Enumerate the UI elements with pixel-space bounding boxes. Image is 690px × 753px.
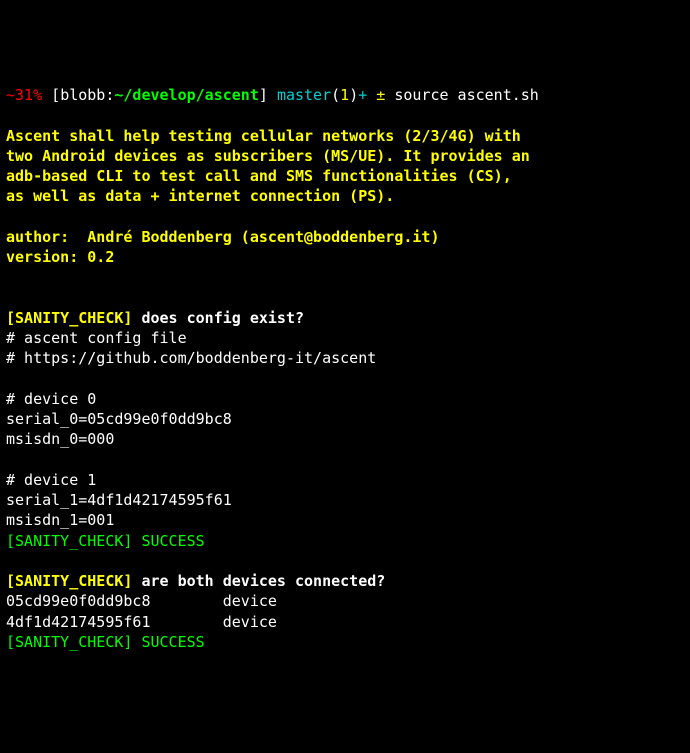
device-1-msisdn: msisdn_1=001 [6,511,114,529]
prompt-path: ~/develop/ascent [114,86,259,104]
prompt-lbracket: [ [42,86,60,104]
description-line-1: Ascent shall help testing cellular netwo… [6,127,521,145]
prompt-count: 1 [340,86,349,104]
sanity-check-label: [SANITY_CHECK] [6,309,132,327]
sanity-check-text: does config exist? [132,309,304,327]
description-line-4: as well as data + internet connection (P… [6,187,394,205]
version-line: version: 0.2 [6,248,114,266]
description-line-2: two Android devices as subscribers (MS/U… [6,147,530,165]
prompt-rparen: ) [349,86,358,104]
prompt-lparen: ( [331,86,340,104]
device-1-serial: serial_1=4df1d42174595f61 [6,491,232,509]
config-comment-1: # ascent config file [6,329,187,347]
prompt-percent: 31% [15,86,42,104]
sanity-check-success-label-2: [SANITY_CHECK] [6,633,132,651]
device-0-msisdn: msisdn_0=000 [6,430,114,448]
prompt-command[interactable]: source ascent.sh [385,86,539,104]
device-0-serial: serial_0=05cd99e0f0dd9bc8 [6,410,232,428]
author-line: author: André Boddenberg (ascent@boddenb… [6,228,439,246]
prompt-branch: master [277,86,331,104]
device-list-row-1: 4df1d42174595f61 device [6,613,277,631]
config-comment-2: # https://github.com/boddenberg-it/ascen… [6,349,376,367]
sanity-check-label-2: [SANITY_CHECK] [6,572,132,590]
sanity-check-success-text-2: SUCCESS [132,633,204,651]
device-0-header: # device 0 [6,390,96,408]
device-1-header: # device 1 [6,471,96,489]
sanity-check-text-2: are both devices connected? [132,572,385,590]
sanity-check-success-text: SUCCESS [132,532,204,550]
device-list-row-0: 05cd99e0f0dd9bc8 device [6,592,277,610]
description-line-3: adb-based CLI to test call and SMS funct… [6,167,512,185]
sanity-check-success-label: [SANITY_CHECK] [6,532,132,550]
prompt-plus: + [358,86,376,104]
prompt-user: blobb [60,86,105,104]
prompt-rbracket: ] [259,86,277,104]
prompt-pm: ± [376,86,385,104]
prompt-tilde: ~ [6,86,15,104]
terminal-output: ~31% [blobb:~/develop/ascent] master(1)+… [6,85,684,652]
